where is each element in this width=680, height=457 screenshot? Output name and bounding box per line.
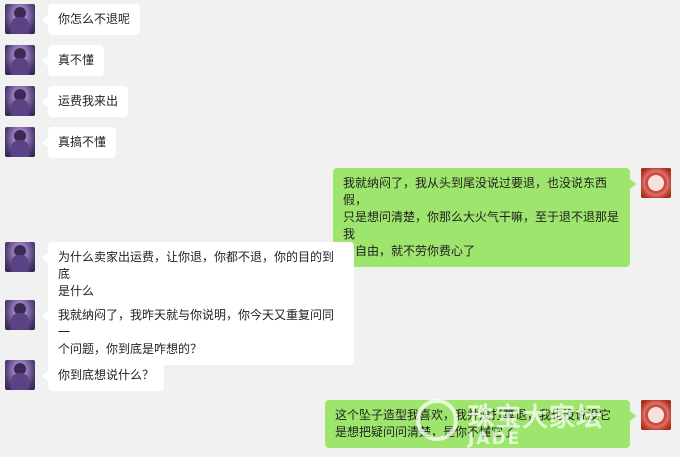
message-text: 只是想问清楚，你那么大火气干嘛，至于退不退那是我: [343, 210, 620, 241]
message-text: 是什么: [58, 284, 95, 298]
message-row: 我就纳闷了，我昨天就与你说明，你今天又重复问同一 个问题，你到底是咋想的？: [0, 300, 680, 365]
message-bubble-received[interactable]: 真搞不懂: [41, 127, 117, 158]
message-row: 运费我来出: [0, 86, 680, 117]
contact-avatar[interactable]: [5, 127, 35, 157]
message-text: 个问题，你到底是咋想的？: [58, 342, 203, 356]
message-bubble-sent[interactable]: 这个坠子造型我喜欢，我并没打算退，我也没说没它 是想把疑问问清楚，是你不懂它了: [325, 400, 636, 448]
message-text: 我就纳闷了，我从头到尾没说过要退，也没说东西假，: [343, 176, 608, 207]
message-text: 为什么卖家出运费，让你退，你都不退，你的目的到底: [58, 250, 335, 281]
my-avatar[interactable]: [641, 168, 671, 198]
message-bubble-received[interactable]: 真不懂: [41, 45, 105, 76]
message-text: 你到底想说什么？: [58, 368, 155, 382]
message-bubble-received[interactable]: 你到底想说什么？: [41, 360, 165, 391]
message-row: 这个坠子造型我喜欢，我并没打算退，我也没说没它 是想把疑问问清楚，是你不懂它了: [0, 400, 680, 448]
contact-avatar[interactable]: [5, 4, 35, 34]
message-row: 你怎么不退呢: [0, 4, 680, 35]
contact-avatar[interactable]: [5, 242, 35, 272]
chat-window: 你怎么不退呢 真不懂 运费我来出 真搞不懂 我就纳闷了，我从头到尾没说过要退，也…: [0, 0, 680, 457]
contact-avatar[interactable]: [5, 360, 35, 390]
message-text: 是想把疑问问清楚，是你不懂它了: [335, 425, 516, 439]
contact-avatar[interactable]: [5, 86, 35, 116]
message-bubble-received[interactable]: 运费我来出: [41, 86, 129, 117]
message-bubble-received[interactable]: 你怎么不退呢: [41, 4, 141, 35]
message-row: 为什么卖家出运费，让你退，你都不退，你的目的到底 是什么: [0, 242, 680, 307]
my-avatar[interactable]: [641, 400, 671, 430]
message-row: 真不懂: [0, 45, 680, 76]
message-row: 你到底想说什么？: [0, 360, 680, 391]
message-text: 真不懂: [58, 53, 95, 67]
message-row: 我就纳闷了，我从头到尾没说过要退，也没说东西假， 只是想问清楚，你那么大火气干嘛…: [0, 168, 680, 267]
message-text: 这个坠子造型我喜欢，我并没打算退，我也没说没它: [335, 408, 612, 422]
message-text: 你怎么不退呢: [58, 12, 131, 26]
message-text: 真搞不懂: [58, 135, 107, 149]
message-bubble-received[interactable]: 为什么卖家出运费，让你退，你都不退，你的目的到底 是什么: [42, 242, 354, 307]
message-bubble-received[interactable]: 我就纳闷了，我昨天就与你说明，你今天又重复问同一 个问题，你到底是咋想的？: [42, 300, 354, 365]
message-text: 我就纳闷了，我昨天就与你说明，你今天又重复问同一: [58, 308, 335, 339]
contact-avatar[interactable]: [5, 300, 35, 330]
message-text: 运费我来出: [58, 94, 119, 108]
contact-avatar[interactable]: [5, 45, 35, 75]
message-row: 真搞不懂: [0, 127, 680, 158]
